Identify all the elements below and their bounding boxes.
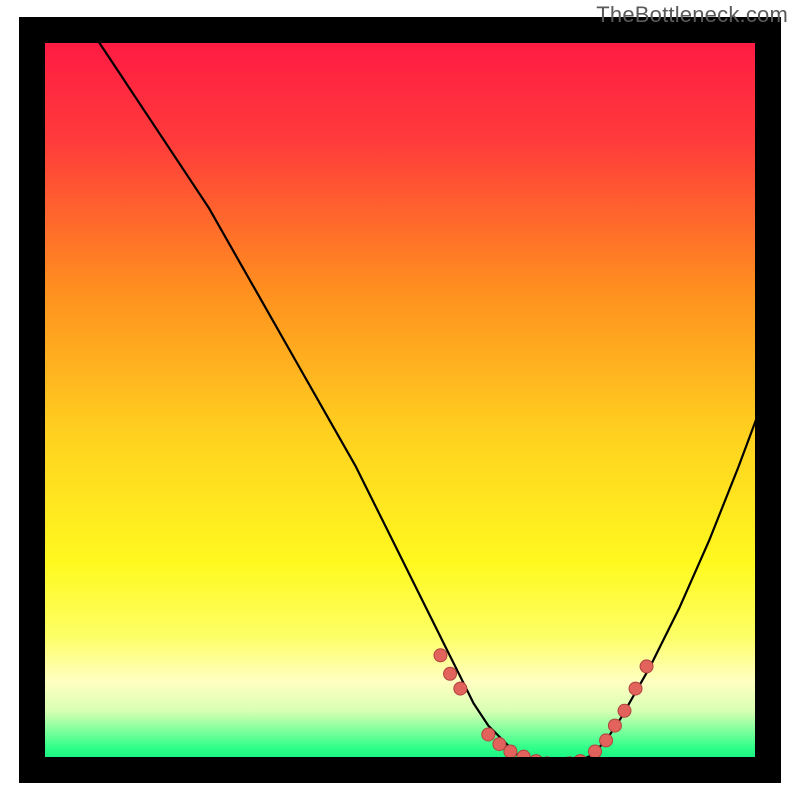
highlight-point	[482, 728, 495, 741]
highlight-point	[629, 682, 642, 695]
watermark-text: TheBottleneck.com	[596, 2, 788, 28]
bottleneck-chart	[0, 0, 800, 800]
highlight-point	[600, 734, 613, 747]
highlight-point	[618, 704, 631, 717]
highlight-point	[608, 719, 621, 732]
highlight-point	[640, 660, 653, 673]
highlight-point	[434, 649, 447, 662]
highlight-point	[504, 745, 517, 758]
highlight-point	[589, 745, 602, 758]
highlight-point	[454, 682, 467, 695]
highlight-point	[493, 738, 506, 751]
highlight-point	[444, 667, 457, 680]
